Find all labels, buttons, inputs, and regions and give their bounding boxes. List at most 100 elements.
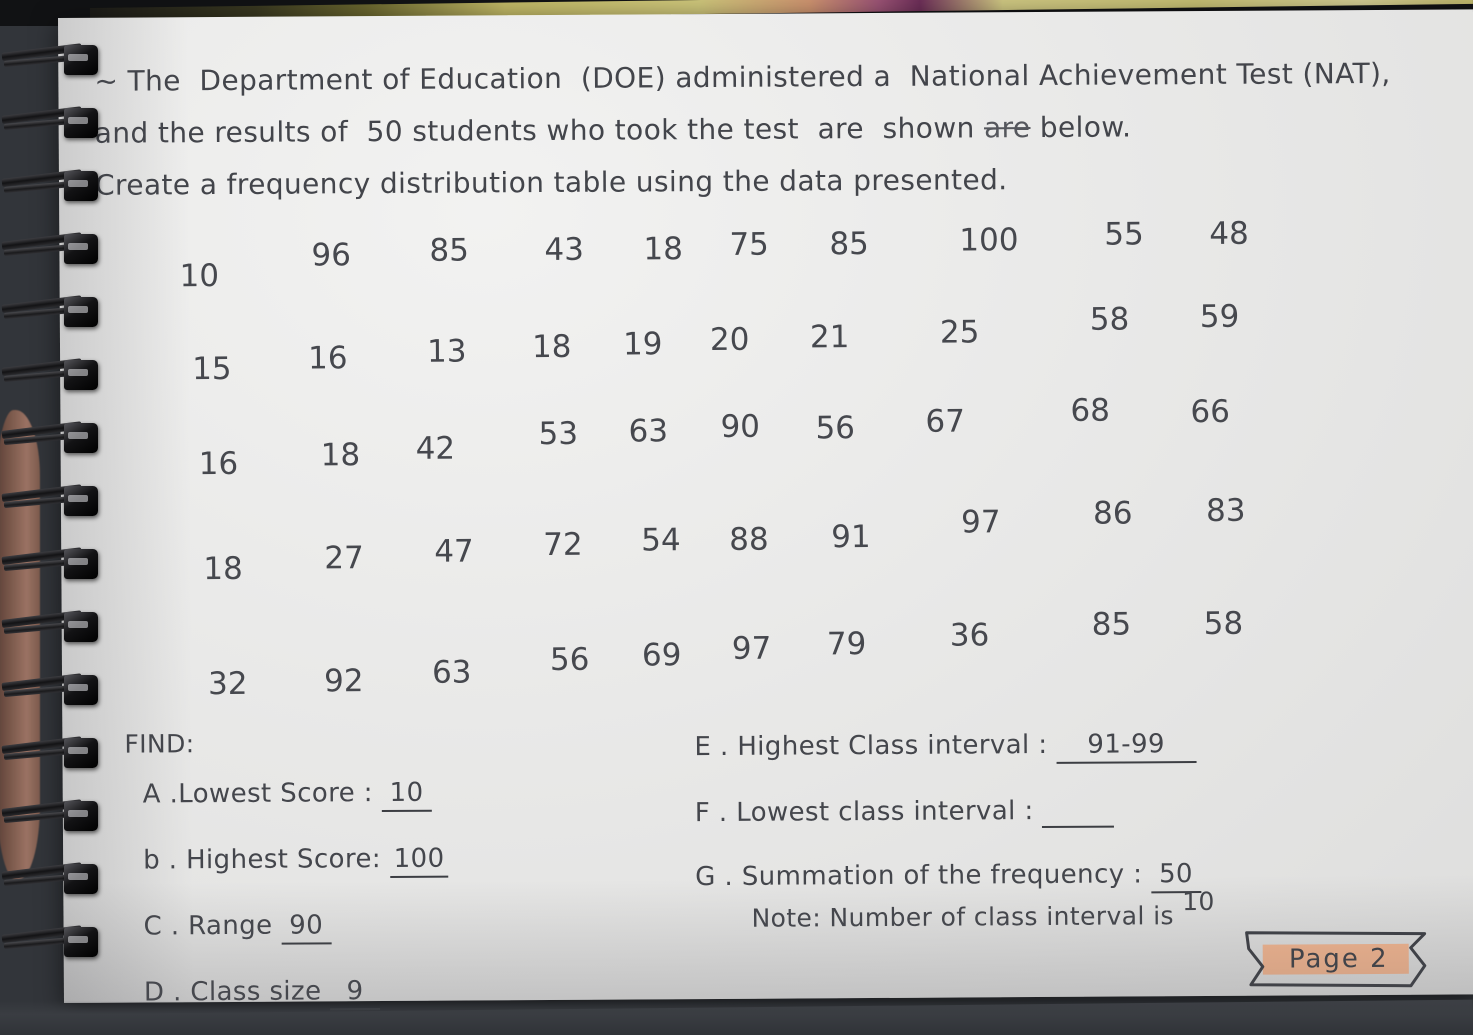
problem-line-1: ~ The Department of Education (DOE) admi…: [94, 56, 1391, 98]
score-value: 36: [949, 617, 990, 654]
spiral-coil: [1, 547, 106, 582]
spiral-coil: [1, 421, 106, 456]
desk-foreground-band: [0, 1001, 1473, 1035]
problem-line-3: Create a frequency distribution table us…: [94, 163, 1008, 202]
score-value: 25: [939, 314, 980, 351]
answer-value-lowest-class-interval[interactable]: [1042, 795, 1115, 829]
spiral-coil: [1, 358, 106, 393]
spiral-coil: [1, 799, 106, 834]
score-value: 100: [959, 222, 1019, 259]
score-value: 18: [643, 231, 683, 268]
score-value: 63: [628, 413, 669, 450]
score-row: 18 27 47 72 54 88 91 97 86 83: [181, 472, 1422, 587]
score-value: 16: [307, 340, 348, 377]
score-row: 32 92 63 56 69 97 79 36 85 58: [181, 561, 1422, 702]
answer-value-highest-score[interactable]: 100: [389, 843, 449, 878]
spiral-coil: [1, 736, 106, 771]
answer-row-lowest-score: A .Lowest Score : 10: [143, 776, 663, 813]
score-value: 75: [729, 226, 769, 263]
answer-label: C . Range: [143, 910, 273, 942]
score-value: 16: [198, 445, 239, 483]
answer-label: G . Summation of the frequency :: [695, 859, 1143, 893]
answer-value-range[interactable]: 90: [281, 910, 332, 945]
find-answers-right: E . Highest Class interval : 91-99 F . L…: [694, 728, 1395, 928]
score-value: 91: [831, 519, 871, 556]
answer-row-lowest-class-interval: F . Lowest class interval :: [695, 794, 1395, 830]
answer-row-range: C . Range 90: [143, 908, 663, 945]
score-value: 85: [1091, 606, 1132, 643]
score-value: 32: [207, 665, 248, 703]
answer-label: E . Highest Class interval :: [694, 729, 1048, 763]
spiral-coil: [1, 169, 106, 204]
score-value: 58: [1203, 605, 1244, 643]
score-value: 97: [960, 504, 1001, 541]
score-value: 96: [311, 237, 352, 274]
answer-label: b . Highest Score:: [143, 844, 382, 876]
struck-word: are: [983, 111, 1031, 145]
score-value: 20: [709, 321, 750, 359]
score-value: 18: [531, 328, 572, 366]
spiral-coil: [1, 43, 106, 78]
answer-row-summation-frequency: G . Summation of the frequency : 50: [695, 858, 1395, 896]
score-value: 55: [1104, 216, 1144, 253]
score-value: 63: [431, 654, 472, 691]
problem-line-2b: below.: [1030, 110, 1132, 145]
score-value: 90: [720, 408, 761, 445]
score-value: 21: [809, 319, 850, 356]
score-value: 13: [426, 333, 467, 370]
score-value: 54: [641, 522, 681, 559]
score-row: 16 18 42 53 63 90 56 67 68 66: [180, 383, 1421, 483]
score-value: 85: [829, 226, 869, 263]
answer-row-highest-score: b . Highest Score: 100: [143, 842, 663, 879]
score-row: 15 16 13 18 19 20 21 25 58 59: [180, 294, 1421, 391]
score-value: 56: [815, 410, 856, 447]
find-answers-left: A .Lowest Score : 10 b . Highest Score: …: [143, 776, 665, 1035]
spiral-coil: [1, 925, 106, 960]
find-heading: FIND:: [124, 729, 195, 759]
score-value: 69: [641, 637, 682, 674]
problem-statement: ~ The Department of Education (DOE) admi…: [94, 48, 1445, 212]
score-value: 19: [622, 326, 663, 363]
problem-line-2a: and the results of 50 students who took …: [94, 111, 985, 150]
score-value: 59: [1199, 298, 1240, 336]
answer-label: A .Lowest Score :: [142, 778, 374, 810]
answer-row-highest-class-interval: E . Highest Class interval : 91-99: [694, 728, 1394, 766]
note-answer-class-interval-count: 10: [1182, 886, 1215, 917]
score-value: 10: [179, 258, 220, 295]
score-value: 66: [1190, 393, 1230, 431]
spiral-coil: [1, 484, 106, 519]
problem-line-2: and the results of 50 students who took …: [95, 100, 1445, 160]
page-number-label: Page 2: [1288, 943, 1389, 975]
raw-score-data: 10 96 85 43 18 75 85 100 55 48 15 16 13 …: [179, 205, 1422, 702]
page-number-banner: Page 2: [1241, 928, 1431, 991]
answer-value-lowest-score[interactable]: 10: [381, 777, 432, 813]
spiral-coil: [1, 232, 106, 267]
notebook-page: ~ The Department of Education (DOE) admi…: [58, 9, 1473, 1011]
score-value: 72: [543, 526, 583, 564]
spiral-coil: [1, 673, 106, 708]
score-value: 83: [1205, 492, 1246, 529]
answer-value-highest-class-interval[interactable]: 91-99: [1056, 729, 1197, 764]
score-value: 53: [538, 415, 579, 453]
score-value: 47: [434, 533, 474, 570]
spiral-binding: [0, 30, 115, 1015]
score-value: 18: [320, 437, 361, 474]
score-value: 79: [826, 626, 867, 663]
score-value: 86: [1092, 495, 1133, 532]
score-value: 68: [1070, 392, 1110, 429]
score-value: 48: [1209, 215, 1249, 252]
note-line: Note: Number of class interval is 10: [751, 887, 1215, 933]
score-value: 88: [729, 521, 769, 558]
score-value: 67: [925, 403, 966, 440]
score-value: 43: [544, 231, 584, 269]
note-label: Note: Number of class interval is: [751, 901, 1174, 933]
spiral-coil: [1, 295, 106, 330]
score-value: 97: [731, 630, 772, 667]
score-value: 42: [415, 430, 456, 467]
score-value: 92: [323, 663, 364, 700]
spiral-coil: [1, 610, 106, 645]
notebook-photo: ~ The Department of Education (DOE) admi…: [0, 0, 1473, 1035]
score-value: 56: [549, 641, 590, 679]
spiral-coil: [1, 106, 106, 141]
spiral-coil: [1, 862, 106, 897]
